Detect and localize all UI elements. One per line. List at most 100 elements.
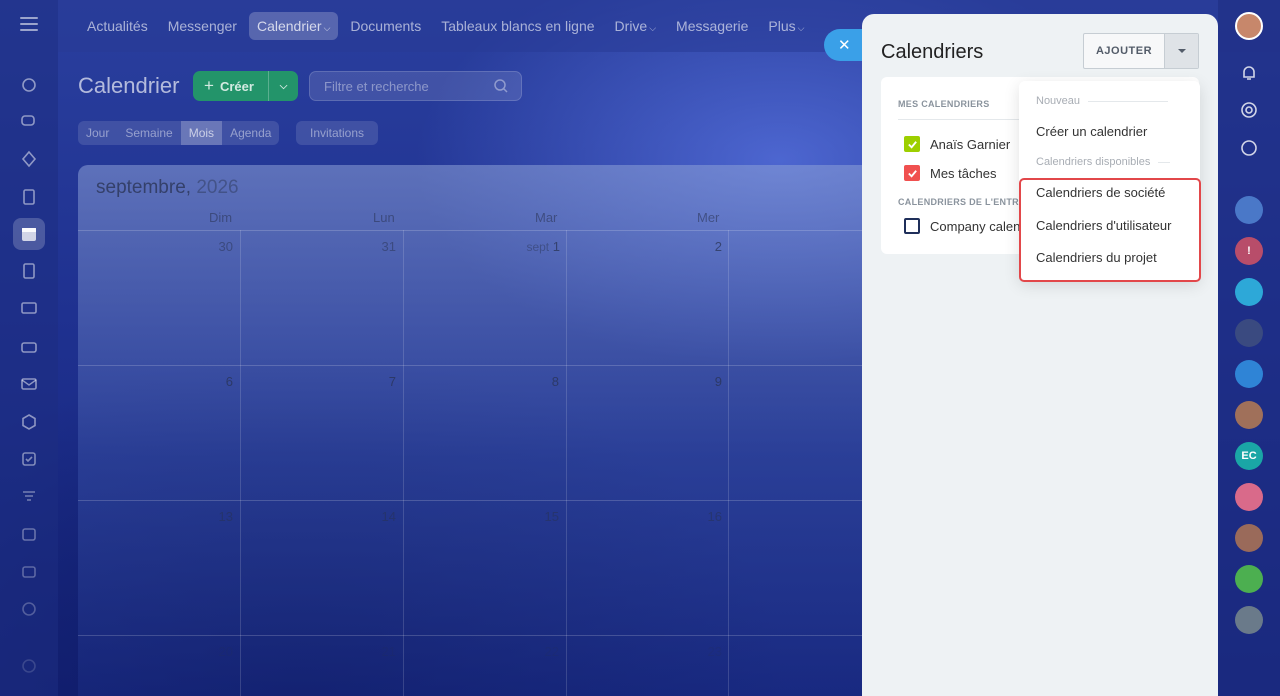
day-cell-number[interactable]: 20 [193,644,233,659]
nav-plus[interactable]: Plus ⌵ [760,12,812,40]
grid-line [240,230,241,696]
day-cell-number[interactable]: 22 [519,644,559,659]
day-cell-number[interactable]: 21 [356,644,396,659]
sign-icon[interactable] [17,597,41,621]
view-week[interactable]: Semaine [117,121,180,145]
day-cell-number[interactable]: 23 [682,644,722,659]
nav-messenger[interactable]: Messenger [160,12,245,40]
day-cell-number[interactable]: 6 [193,374,233,389]
grid-line [566,230,567,696]
left-sidebar [0,0,58,696]
chat-icon[interactable] [17,110,41,134]
weekday-header: Mer [697,210,720,225]
bell-icon[interactable] [1238,62,1260,84]
file-icon[interactable] [17,259,41,283]
search-input[interactable]: Filtre et recherche [309,71,522,101]
hexagon-icon[interactable] [17,410,41,434]
search-icon[interactable] [493,78,509,94]
day-cell-number[interactable]: 14 [356,509,396,524]
view-agenda[interactable]: Agenda [222,121,279,145]
feed-icon[interactable] [17,73,41,97]
dropdown-arrow-icon[interactable] [1164,34,1198,68]
document-icon[interactable] [17,185,41,209]
day-cell-number[interactable]: 8 [519,374,559,389]
board-icon[interactable] [17,297,41,321]
view-day[interactable]: Jour [78,121,117,145]
grid-line [403,230,404,696]
grid-line [78,230,878,231]
drive-icon[interactable] [17,335,41,359]
calendar-item[interactable]: Anaïs Garnier [904,136,1010,152]
grid-line [78,365,878,366]
avatar[interactable]: ! [1235,237,1263,265]
nav-calendrier[interactable]: Calendrier ⌵ [248,12,339,40]
support-icon[interactable] [1238,137,1260,159]
shop-icon[interactable] [17,559,41,583]
avatar[interactable] [1235,606,1263,634]
nav-actualites[interactable]: Actualités [79,12,156,40]
checkbox-unchecked[interactable] [904,218,920,234]
grid-line [78,635,878,636]
more-icon[interactable] [17,654,41,678]
menu-icon[interactable] [20,17,38,31]
page-title: Calendrier [78,73,180,98]
day-cell-number[interactable]: 16 [682,509,722,524]
chat-group-icon[interactable] [1235,278,1263,306]
day-cell-number[interactable]: 13 [193,509,233,524]
checkbox-checked[interactable] [904,165,920,181]
filter-icon[interactable] [17,485,41,509]
avatar[interactable] [1235,196,1263,224]
avatar[interactable] [1235,483,1263,511]
highlight-frame [1019,178,1201,282]
grid-line [78,500,878,501]
menu-header-available: Calendriers disponibles [1036,156,1170,168]
view-month[interactable]: Mois [180,121,223,145]
crm-icon[interactable] [17,147,41,171]
panel-title: Calendriers [881,41,984,63]
avatar[interactable] [1235,524,1263,552]
weekday-header: Dim [209,210,233,225]
day-cell-number[interactable]: sept 1 [478,239,560,254]
avatar[interactable] [1235,12,1263,40]
add-button[interactable]: AJOUTER [1083,33,1199,69]
day-cell-number[interactable]: 31 [356,239,396,254]
day-cell-number[interactable]: 30 [193,239,233,254]
nav-drive[interactable]: Drive ⌵ [607,12,665,40]
invitations-button[interactable]: Invitations [296,121,379,145]
menu-item-create-calendar[interactable]: Créer un calendrier [1036,124,1147,139]
copilot-icon[interactable] [1238,99,1260,121]
nav-messagerie[interactable]: Messagerie [668,12,756,40]
chevron-down-icon: ⌵ [797,23,805,33]
chevron-down-icon: ⌵ [649,23,657,33]
view-switcher: Jour Semaine Mois Agenda [78,121,280,145]
day-cell-number[interactable]: 15 [519,509,559,524]
avatar[interactable] [1235,319,1263,347]
right-sidebar: ! EC [1218,0,1280,696]
day-cell-number[interactable]: 7 [356,374,396,389]
nav-tableaux-blancs[interactable]: Tableaux blancs en ligne [433,12,602,40]
calendar-icon[interactable] [13,218,45,250]
tasks-icon[interactable] [17,447,41,471]
nav-documents[interactable]: Documents [342,12,429,40]
checkbox-checked[interactable] [904,136,920,152]
avatar[interactable] [1235,565,1263,593]
schedule-icon[interactable] [17,522,41,546]
calendar-item[interactable]: Mes tâches [904,165,996,181]
section-my-calendars: MES CALENDRIERS [898,99,990,109]
avatar[interactable] [1235,401,1263,429]
plus-icon: + [204,76,214,95]
day-cell-number[interactable]: 2 [682,239,722,254]
weekday-header: Lun [373,210,395,225]
mail-icon[interactable] [17,372,41,396]
day-cell-number[interactable]: 9 [682,374,722,389]
month-grid: septembre, 2026 Dim Lun Mar Mer 30 31 se… [78,165,878,696]
create-dropdown-chevron-icon[interactable]: ⌵ [268,71,298,101]
chevron-down-icon: ⌵ [323,23,331,33]
bookmark-icon[interactable] [1235,360,1263,388]
close-icon: ✕ [838,37,851,54]
month-title: septembre, 2026 [96,177,239,198]
add-button-label[interactable]: AJOUTER [1084,34,1164,68]
avatar[interactable]: EC [1235,442,1263,470]
create-button[interactable]: + Créer ⌵ [193,71,298,101]
menu-header-new: Nouveau [1036,95,1168,107]
